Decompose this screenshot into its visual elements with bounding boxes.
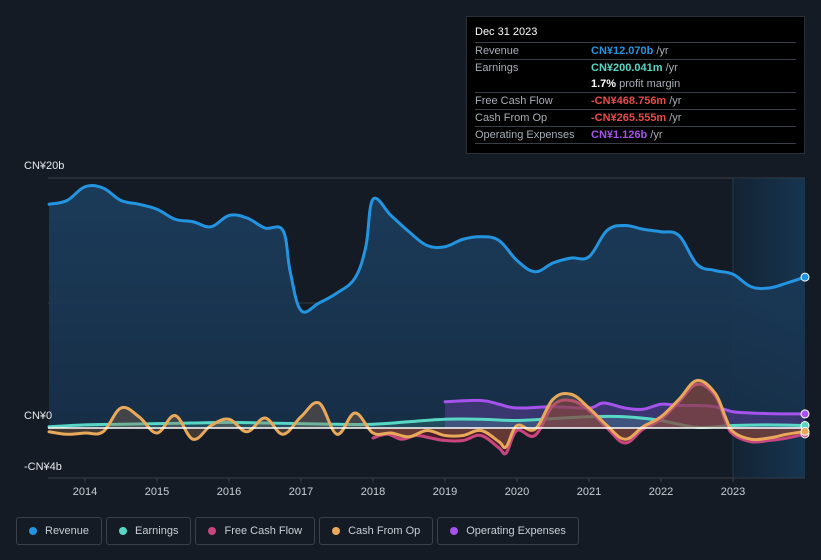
tooltip-row-free-cash-flow: Free Cash Flow -CN¥468.756m /yr <box>475 93 796 110</box>
x-tick-label: 2021 <box>577 486 601 498</box>
x-tick-label: 2017 <box>289 486 313 498</box>
cash-from-op-end-marker <box>800 426 810 436</box>
legend-item-earnings[interactable]: Earnings <box>106 517 192 545</box>
x-tick-label: 2015 <box>145 486 169 498</box>
profit-margin-text: profit margin <box>619 78 681 90</box>
x-tick-label: 2019 <box>433 486 457 498</box>
legend-item-free-cash-flow[interactable]: Free Cash Flow <box>195 517 316 545</box>
y-tick-label: CN¥20b <box>24 160 64 172</box>
operating-expenses-end-marker <box>800 409 810 419</box>
chart-legend: Revenue Earnings Free Cash Flow Cash Fro… <box>16 517 579 545</box>
tooltip-row-earnings: Earnings CN¥200.041m /yr <box>475 60 796 76</box>
tooltip-label: Free Cash Flow <box>475 95 553 107</box>
tooltip-value-operating-expenses: CN¥1.126b <box>591 129 648 141</box>
tooltip-label: Earnings <box>475 62 519 74</box>
x-tick-label: 2018 <box>361 486 385 498</box>
tooltip-label <box>475 76 591 92</box>
y-tick-label: -CN¥4b <box>24 461 62 473</box>
series-layer <box>47 176 821 480</box>
legend-dot-icon <box>208 527 217 535</box>
tooltip-unit: /yr <box>665 62 678 74</box>
legend-dot-icon <box>450 527 459 535</box>
revenue-end-marker <box>800 272 810 282</box>
tooltip-panel: Dec 31 2023 Revenue CN¥12.070b /yr Earni… <box>466 16 805 154</box>
legend-dot-icon <box>332 527 341 535</box>
tooltip-row-profit-margin: 1.7% profit margin <box>475 76 796 93</box>
legend-dot-icon <box>29 527 37 535</box>
legend-label: Cash From Op <box>348 525 421 537</box>
tooltip-unit: /yr <box>656 45 669 57</box>
legend-label: Free Cash Flow <box>224 525 303 537</box>
tooltip-value-cash-from-op: -CN¥265.555m <box>591 112 667 124</box>
x-tick-label: 2014 <box>73 486 97 498</box>
legend-label: Earnings <box>135 525 179 537</box>
tooltip-label: Operating Expenses <box>475 129 575 141</box>
tooltip-unit: /yr <box>669 112 682 124</box>
tooltip-row-operating-expenses: Operating Expenses CN¥1.126b /yr <box>475 127 796 144</box>
tooltip-row-revenue: Revenue CN¥12.070b /yr <box>475 43 796 60</box>
tooltip-row-cash-from-op: Cash From Op -CN¥265.555m /yr <box>475 110 796 127</box>
tooltip-value-revenue: CN¥12.070b <box>591 45 654 57</box>
tooltip-label: Revenue <box>475 45 520 57</box>
x-tick-label: 2023 <box>721 486 745 498</box>
profit-margin-value: 1.7% <box>591 78 617 90</box>
legend-label: Operating Expenses <box>466 525 566 537</box>
x-tick-label: 2020 <box>505 486 529 498</box>
legend-label: Revenue <box>45 525 90 537</box>
y-tick-label: CN¥0 <box>24 410 52 422</box>
legend-item-revenue[interactable]: Revenue <box>16 517 103 545</box>
legend-dot-icon <box>119 527 128 535</box>
legend-item-cash-from-op[interactable]: Cash From Op <box>319 517 434 545</box>
tooltip-unit: /yr <box>650 129 663 141</box>
tooltip-value-earnings: CN¥200.041m <box>591 62 663 74</box>
x-tick-label: 2022 <box>649 486 673 498</box>
tooltip-unit: /yr <box>669 95 682 107</box>
x-tick-label: 2016 <box>217 486 241 498</box>
legend-item-operating-expenses[interactable]: Operating Expenses <box>437 517 579 545</box>
tooltip-label: Cash From Op <box>475 112 548 124</box>
tooltip-date: Dec 31 2023 <box>475 24 796 43</box>
tooltip-value-free-cash-flow: -CN¥468.756m <box>591 95 667 107</box>
